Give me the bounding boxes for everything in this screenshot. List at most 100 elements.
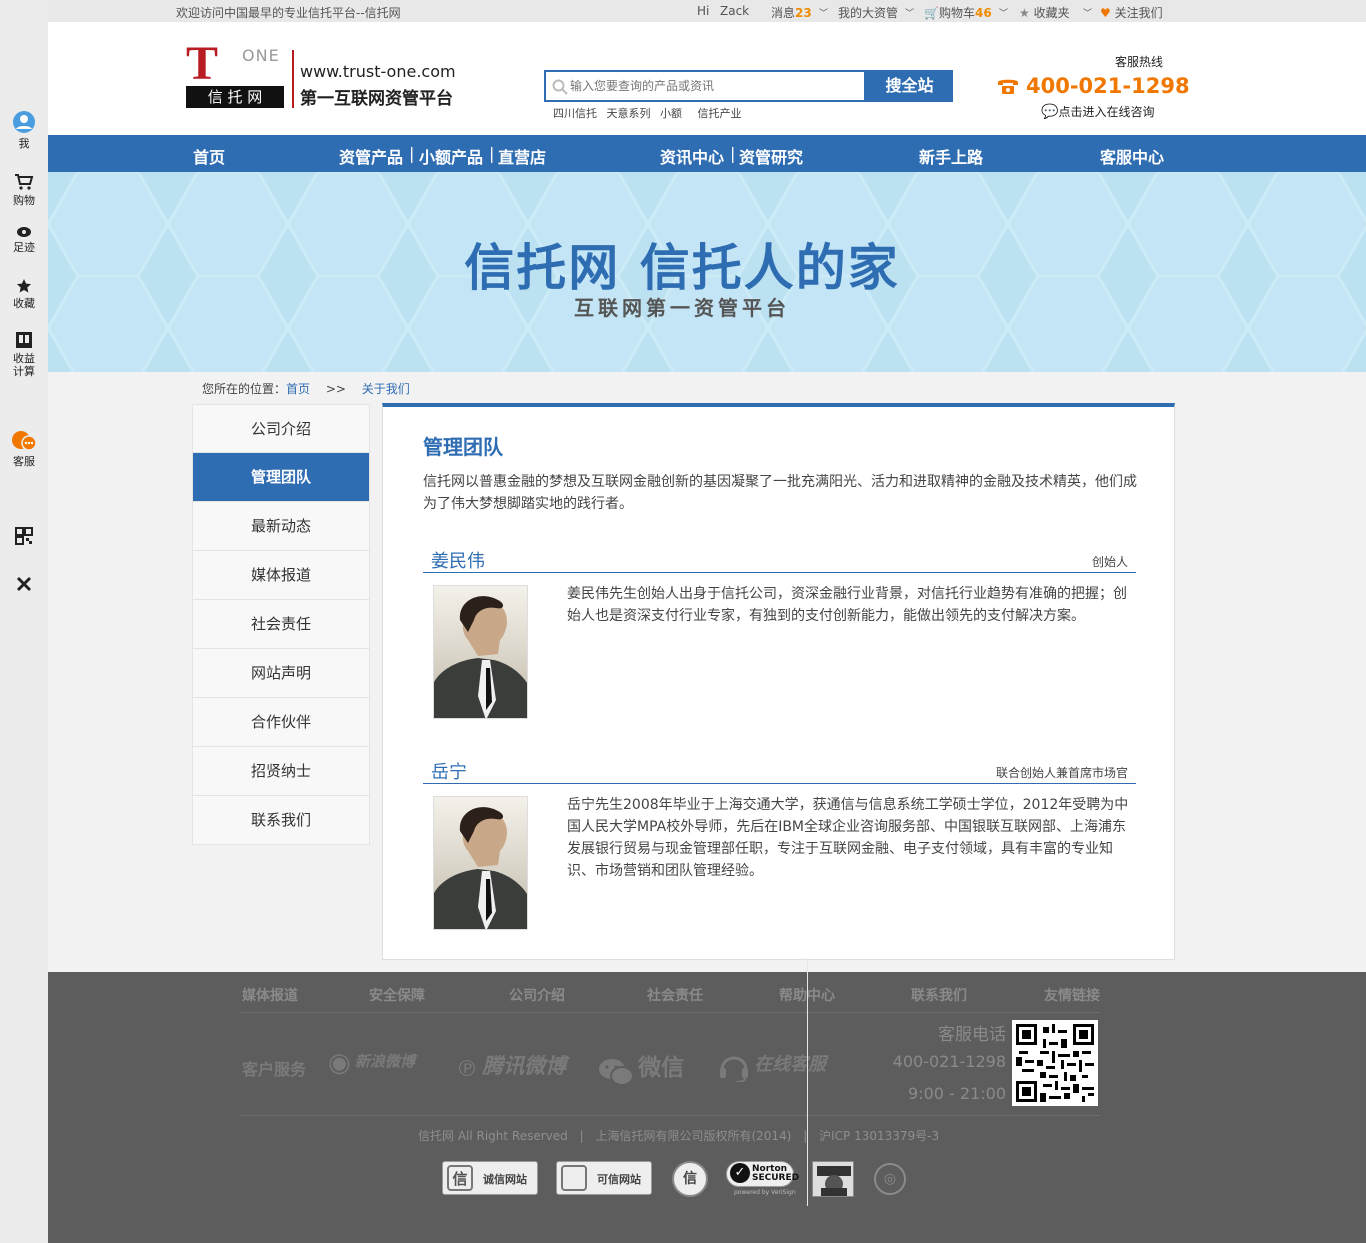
nav-news-center[interactable]: 资讯中心 (660, 144, 724, 168)
nav-newbie[interactable]: 新手上路 (919, 144, 983, 168)
online-service-link[interactable]: 在线客服 (718, 1050, 826, 1083)
hero-banner: 信托网 信托人的家 互联网第一资管平台 (48, 172, 1366, 372)
cart-icon (15, 174, 34, 190)
logo-cn: 信 托 网 (186, 86, 284, 108)
trust-one-seal[interactable]: 信 (672, 1161, 708, 1197)
footer-link-security[interactable]: 安全保障 (369, 985, 425, 1005)
cart-count: 46 (974, 6, 992, 20)
menu-site-statement[interactable]: 网站声明 (192, 649, 370, 698)
person-photo (433, 796, 528, 930)
sidebar-item-label: 足迹 (13, 241, 35, 254)
user-icon (13, 111, 35, 133)
footer-link-social[interactable]: 社会责任 (647, 985, 703, 1005)
logo-t: T (186, 37, 219, 90)
hot-search-link[interactable]: 信托产业 (698, 107, 742, 120)
shield-icon: 信 (447, 1165, 473, 1191)
site-url: www.trust-one.com (300, 62, 456, 81)
sidebar-item-calculator[interactable]: 收益计算 (0, 331, 48, 378)
qrcode-button[interactable] (0, 527, 48, 548)
menu-contact-us[interactable]: 联系我们 (192, 796, 370, 845)
hotline-number: 400-021-1298 (1026, 74, 1190, 98)
favorites-link[interactable]: ★ 收藏夹 (1019, 4, 1070, 21)
footer-link-media[interactable]: 媒体报道 (242, 985, 298, 1005)
norton-badge[interactable]: ✓ Norton SECURED powered by VeriSign (726, 1161, 799, 1199)
nav-separator: | (730, 144, 736, 163)
weibo-icon: ◉ (328, 1048, 351, 1078)
sidebar-item-label: 收益计算 (13, 352, 35, 378)
hot-search-link[interactable]: 小额 (660, 107, 682, 120)
trusted-site-badge[interactable]: 信 诚信网站 (442, 1161, 538, 1195)
close-sidebar-button[interactable] (0, 575, 48, 596)
footer-phone-number: 400-021-1298 (892, 1052, 1006, 1071)
username-link[interactable]: Zack (720, 4, 749, 18)
intro-text: 信托网以普惠金融的梦想及互联网金融创新的基因凝聚了一批充满阳光、活力和进取精神的… (423, 474, 1137, 512)
sidebar-item-me[interactable]: 我 (0, 110, 48, 150)
tencent-weibo-icon: ℗ (456, 1057, 478, 1082)
person-role: 创始人 (1091, 555, 1128, 569)
breadcrumb-current[interactable]: 关于我们 (362, 382, 410, 396)
close-icon (16, 576, 32, 592)
checkmark-icon: ✓ (730, 1163, 750, 1183)
person-role: 联合创始人兼首席市场官 (995, 766, 1128, 780)
menu-latest-news[interactable]: 最新动态 (192, 502, 370, 551)
chevron-down-icon: ﹀ (819, 9, 829, 19)
sidebar-item-shopping[interactable]: 购物 (0, 173, 48, 207)
sidebar-item-label: 我 (18, 137, 30, 150)
star-icon (16, 279, 32, 293)
nav-small-products[interactable]: 小额产品 (419, 144, 483, 168)
sidebar-item-footprint[interactable]: 足迹 (0, 226, 48, 254)
chat-icon: 💬 (1041, 104, 1059, 120)
sidebar-item-service[interactable]: 客服 (0, 430, 48, 468)
chevron-down-icon: ﹀ (1083, 9, 1093, 19)
site-logo[interactable]: T ONE 信 托 网 (186, 37, 286, 110)
menu-media-reports[interactable]: 媒体报道 (192, 551, 370, 600)
menu-partners[interactable]: 合作伙伴 (192, 698, 370, 747)
weibo-link[interactable]: ◉ 新浪微博 (328, 1048, 415, 1078)
footer-link-friends[interactable]: 友情链接 (1044, 985, 1100, 1005)
person-bio: 姜民伟先生创始人出身于信托公司，资深金融行业背景，对信托行业趋势有准确的把握；创… (567, 586, 1127, 624)
hot-search-link[interactable]: 四川信托 (553, 107, 597, 120)
search-input[interactable] (570, 76, 860, 96)
headset-icon (720, 1056, 748, 1083)
footer-hours: 9:00 - 21:00 (908, 1084, 1006, 1103)
wechat-link[interactable]: 微信 (598, 1048, 684, 1087)
breadcrumb-separator: >> (325, 382, 346, 396)
copyright-line: 信托网 All Right Reserved | 上海信托网有限公司版权所有(2… (418, 1129, 940, 1143)
tencent-weibo-link[interactable]: ℗ 腾讯微博 (456, 1050, 566, 1082)
online-consult-link[interactable]: 💬点击进入在线咨询 (1041, 103, 1154, 120)
nav-separator: | (409, 144, 415, 163)
footer-link-company[interactable]: 公司介绍 (509, 985, 565, 1005)
my-assets-link[interactable]: 我的大资管 (838, 4, 898, 21)
logo-divider (292, 50, 294, 108)
sidebar-item-favorites[interactable]: 收藏 (0, 278, 48, 310)
menu-management-team[interactable]: 管理团队 (192, 453, 370, 502)
person-name: 姜民伟 (431, 551, 485, 572)
site-footer: 媒体报道 安全保障 公司介绍 社会责任 帮助中心 联系我们 友情链接 客户服务 … (48, 972, 1366, 1243)
nav-service-center[interactable]: 客服中心 (1100, 144, 1164, 168)
follow-link[interactable]: ♥ 关注我们 (1100, 4, 1163, 21)
breadcrumb-prefix: 您所在的位置： (202, 382, 287, 396)
search-button[interactable]: 搜全站 (866, 70, 953, 102)
credible-site-label: 可信网站 (597, 1173, 641, 1186)
hot-search-link[interactable]: 天意系列 (607, 107, 651, 120)
nav-home[interactable]: 首页 (193, 144, 225, 168)
search-icon (552, 79, 568, 95)
main-nav: 首页 资管产品 | 小额产品 | 直营店 资讯中心 | 资管研究 新手上路 客服… (48, 135, 1366, 172)
messages-label: 消息 (771, 6, 796, 20)
welcome-text: 欢迎访问中国最早的专业信托平台--信托网 (176, 6, 401, 20)
messages-link[interactable]: 消息23 (771, 4, 812, 21)
nav-asset-products[interactable]: 资管产品 (339, 144, 403, 168)
cart-link[interactable]: 🛒购物车46 (924, 4, 992, 21)
footer-link-contact[interactable]: 联系我们 (911, 985, 967, 1005)
nav-direct-store[interactable]: 直营店 (498, 144, 546, 168)
footer-divider (240, 1115, 1100, 1116)
breadcrumb-home[interactable]: 首页 (286, 382, 310, 396)
nav-research[interactable]: 资管研究 (739, 144, 803, 168)
menu-company-intro[interactable]: 公司介绍 (192, 404, 370, 453)
qrcode-image (1012, 1020, 1098, 1106)
menu-careers[interactable]: 招贤纳士 (192, 747, 370, 796)
menu-social-responsibility[interactable]: 社会责任 (192, 600, 370, 649)
credible-site-badge[interactable]: 可信网站 (556, 1161, 652, 1195)
emblem-badge[interactable]: ◎ (874, 1163, 906, 1195)
police-badge[interactable] (812, 1161, 854, 1197)
